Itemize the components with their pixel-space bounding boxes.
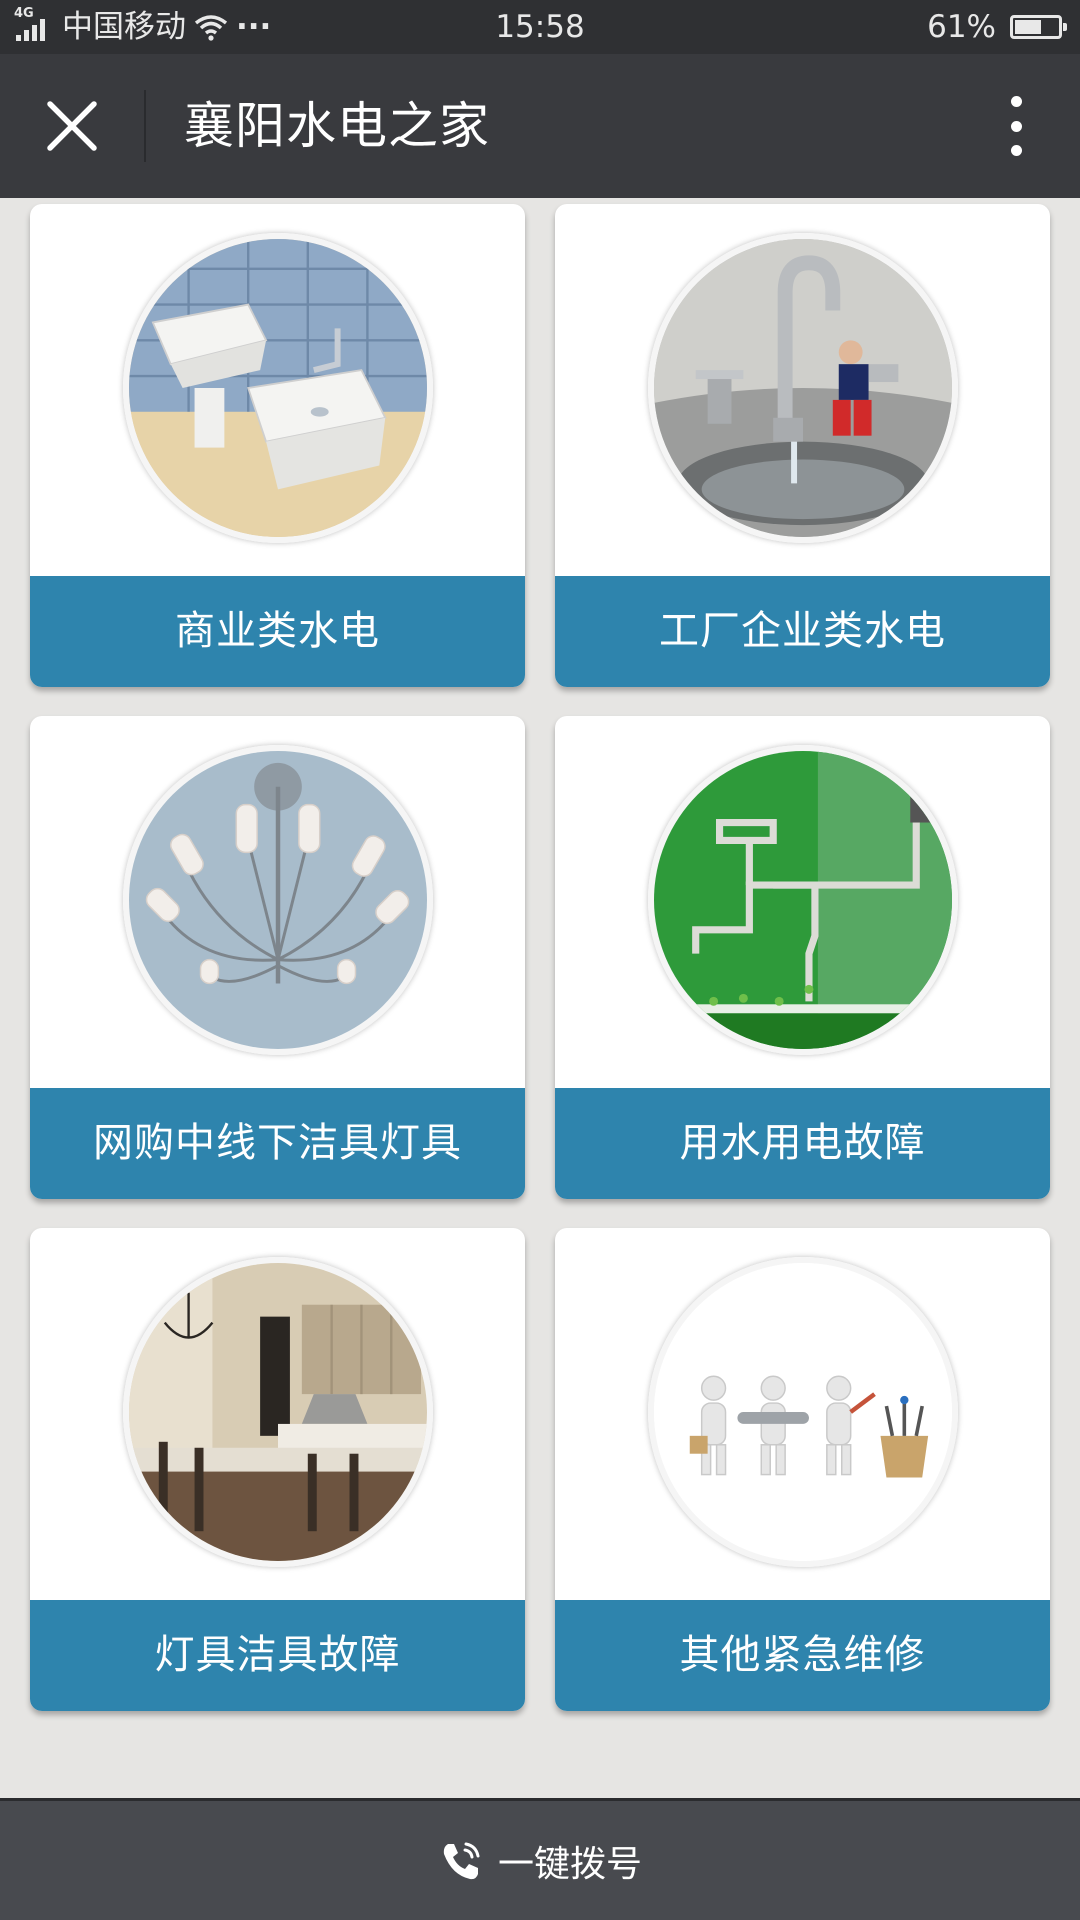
one-key-call-label: 一键拨号 [497, 1843, 642, 1885]
faucet-boy-image [648, 233, 958, 543]
service-card-online-fixtures[interactable]: 网购中线下洁具灯具 [30, 716, 525, 1199]
close-button[interactable] [36, 90, 108, 162]
repair-workers-image [648, 1257, 958, 1567]
green-wall-faucet-image [648, 745, 958, 1055]
service-label: 商业类水电 [30, 576, 525, 687]
bathroom-sinks-image [123, 233, 433, 543]
service-menu: 商业类水电 工厂企业类水电 网购中线下洁具灯具 用水用电故障 灯具洁具故障 其他… [0, 198, 1080, 1798]
chandelier-image [123, 745, 433, 1055]
status-bar: 4G 中国移动 ··· 15:58 61% [0, 0, 1080, 54]
status-time: 15:58 [495, 9, 585, 45]
service-card-fixture-fault[interactable]: 灯具洁具故障 [30, 1228, 525, 1711]
service-label: 用水用电故障 [555, 1088, 1050, 1199]
battery-icon [1010, 15, 1067, 39]
service-card-emergency-repair[interactable]: 其他紧急维修 [555, 1228, 1050, 1711]
service-label: 网购中线下洁具灯具 [30, 1088, 525, 1199]
service-label: 工厂企业类水电 [555, 576, 1050, 687]
one-key-call-button[interactable]: 一键拨号 [0, 1798, 1080, 1920]
service-label: 其他紧急维修 [555, 1600, 1050, 1711]
phone-icon [443, 1842, 480, 1879]
status-right: 61% [927, 0, 1067, 54]
kitchen-interior-image [123, 1257, 433, 1567]
service-card-water-electric-fault[interactable]: 用水用电故障 [555, 716, 1050, 1199]
service-grid: 商业类水电 工厂企业类水电 网购中线下洁具灯具 用水用电故障 灯具洁具故障 其他… [30, 204, 1050, 1711]
close-icon [47, 101, 97, 151]
more-options-button[interactable] [988, 90, 1044, 162]
service-label: 灯具洁具故障 [30, 1600, 525, 1711]
battery-fill [1015, 20, 1041, 34]
service-card-factory[interactable]: 工厂企业类水电 [555, 204, 1050, 687]
service-card-commercial[interactable]: 商业类水电 [30, 204, 525, 687]
title-divider [144, 90, 146, 162]
more-vertical-icon [1010, 96, 1022, 107]
page-title: 襄阳水电之家 [184, 97, 490, 155]
battery-percent: 61% [927, 9, 996, 45]
title-bar: 襄阳水电之家 [0, 54, 1080, 198]
